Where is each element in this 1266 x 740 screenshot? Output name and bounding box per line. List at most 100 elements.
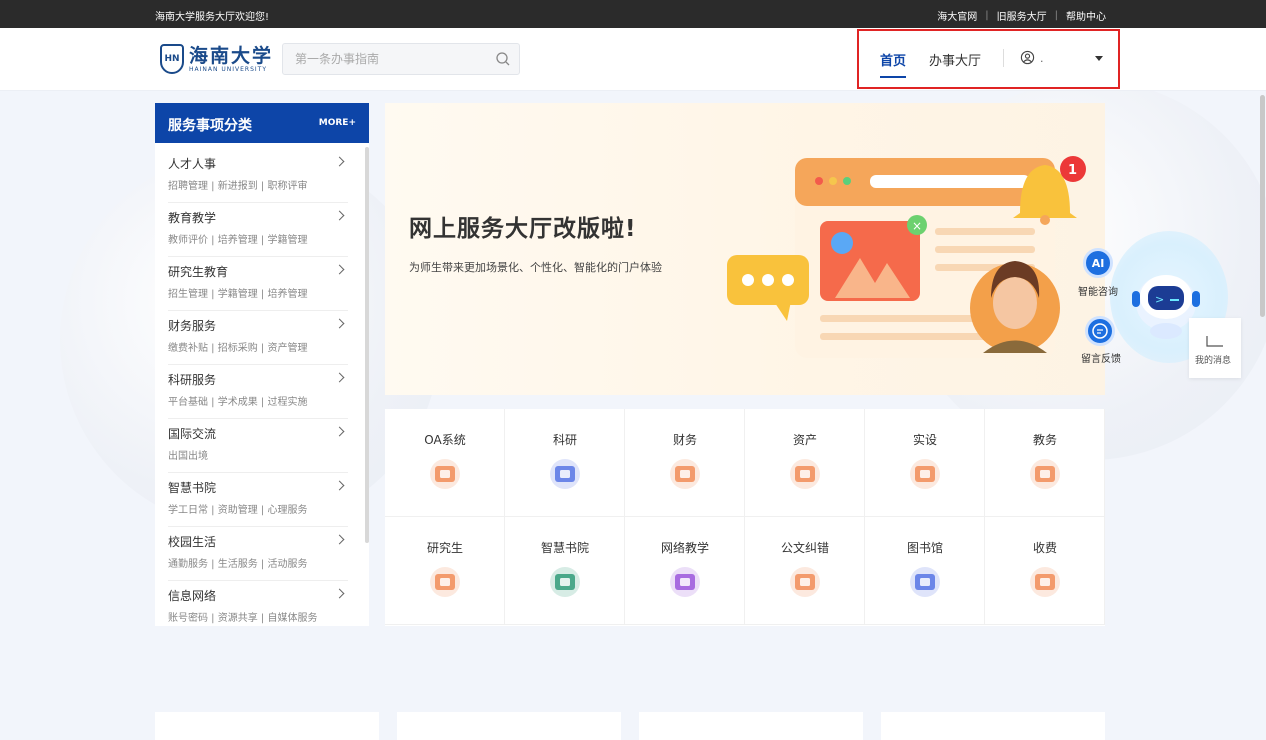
library-icon (910, 567, 940, 597)
smart-college-icon (550, 567, 580, 597)
service-tile-graduate[interactable]: 研究生 (385, 517, 505, 625)
bottom-card (639, 712, 863, 740)
banner-illustration: × 1 (727, 156, 1086, 358)
graduate-icon (430, 567, 460, 597)
category-graduate[interactable]: 研究生教育 招生管理 | 学籍管理 | 培养管理 (155, 257, 365, 311)
more-link[interactable]: MORE+ (319, 118, 356, 128)
my-messages-label: 我的消息 (1195, 356, 1232, 366)
message-icon (1206, 336, 1223, 347)
link-official-site[interactable]: 海大官网 (937, 8, 977, 23)
category-name: 校园生活 (168, 535, 217, 549)
category-name: 信息网络 (168, 589, 217, 603)
my-messages-button[interactable]: 我的消息 (1189, 318, 1241, 378)
svg-text:×: × (912, 219, 922, 233)
service-tile-assets[interactable]: 资产 (745, 409, 865, 517)
link-old-hall[interactable]: 旧服务大厅 (997, 8, 1047, 23)
chevron-right-icon (334, 426, 345, 437)
sidebar-title: 服务事项分类 (168, 118, 252, 134)
nav-service-hall[interactable]: 办事大厅 (929, 50, 981, 69)
service-tile-label: 实设 (912, 433, 937, 447)
service-tile-smart-college[interactable]: 智慧书院 (505, 517, 625, 625)
service-tile-library[interactable]: 图书馆 (865, 517, 985, 625)
notification-badge: 1 (1068, 163, 1077, 178)
logo-seal-icon: HN (160, 44, 184, 74)
service-tile-label: 收费 (1032, 541, 1057, 555)
banner-headline: 网上服务大厅改版啦! (409, 216, 637, 242)
service-tile-research[interactable]: 科研 (505, 409, 625, 517)
chevron-right-icon (334, 480, 345, 491)
top-links: 海大官网 | 旧服务大厅 | 帮助中心 (937, 8, 1106, 23)
chevron-right-icon (334, 318, 345, 329)
service-tile-finance[interactable]: 财务 (625, 409, 745, 517)
user-name[interactable]: . (1040, 52, 1044, 65)
category-international[interactable]: 国际交流 出国出境 (155, 419, 365, 473)
search-box (282, 43, 520, 75)
logo-en: HAINAN UNIVERSITY (189, 65, 267, 73)
category-name: 人才人事 (168, 157, 217, 171)
fees-icon (1030, 567, 1060, 597)
sidebar-scrollbar[interactable] (365, 147, 369, 543)
category-network[interactable]: 信息网络 账号密码 | 资源共享 | 自媒体服务 (155, 581, 365, 635)
category-name: 国际交流 (168, 427, 217, 441)
welcome-text: 海南大学服务大厅欢迎您! (155, 12, 270, 23)
category-subs: 招聘管理 | 新进报到 | 职称评审 (168, 181, 308, 192)
category-education[interactable]: 教育教学 教师评价 | 培养管理 | 学籍管理 (155, 203, 365, 257)
service-tile-document-correction[interactable]: 公文纠错 (745, 517, 865, 625)
nav-divider (1003, 49, 1004, 67)
announcement-banner[interactable]: 网上服务大厅改版啦! 为师生带来更加场景化、个性化、智能化的门户体验 × 1 (385, 103, 1105, 395)
chevron-right-icon (334, 156, 345, 167)
service-category-sidebar: 服务事项分类 MORE+ 人才人事 招聘管理 | 新进报到 | 职称评审 教育教… (155, 103, 369, 626)
nav-home[interactable]: 首页 (880, 50, 906, 69)
service-tile-label: 科研 (552, 433, 577, 447)
category-name: 教育教学 (168, 211, 217, 225)
link-separator: | (985, 10, 989, 21)
search-icon[interactable] (495, 51, 511, 67)
service-tile-label: 教务 (1032, 433, 1057, 447)
category-subs: 出国出境 (168, 451, 208, 462)
category-name: 科研服务 (168, 373, 217, 387)
oa-system-icon (430, 459, 460, 489)
chevron-right-icon (334, 210, 345, 221)
link-help-center[interactable]: 帮助中心 (1066, 8, 1106, 23)
user-icon[interactable] (1020, 50, 1035, 65)
ai-consult-button[interactable]: AI (1083, 248, 1113, 278)
service-tile-label: 研究生 (426, 541, 463, 555)
feedback-button[interactable] (1085, 316, 1115, 346)
online-teaching-icon (670, 567, 700, 597)
service-tile-online-teaching[interactable]: 网络教学 (625, 517, 745, 625)
logo-names: 海南大学 HAINAN UNIVERSITY (189, 46, 273, 73)
sidebar-header: 服务事项分类 MORE+ (155, 103, 369, 143)
bottom-card (155, 712, 379, 740)
category-subs: 教师评价 | 培养管理 | 学籍管理 (168, 235, 308, 246)
nav-active-underline (880, 76, 906, 78)
ai-consult-label: 智能咨询 (1078, 287, 1118, 298)
category-subs: 学工日常 | 资助管理 | 心理服务 (168, 505, 308, 516)
chevron-down-icon[interactable] (1095, 56, 1103, 61)
chevron-right-icon (334, 264, 345, 275)
category-name: 财务服务 (168, 319, 217, 333)
category-smart-college[interactable]: 智慧书院 学工日常 | 资助管理 | 心理服务 (155, 473, 365, 527)
category-subs: 缴费补贴 | 招标采购 | 资产管理 (168, 343, 308, 354)
university-logo[interactable]: HN 海南大学 HAINAN UNIVERSITY (160, 44, 273, 74)
category-research[interactable]: 科研服务 平台基础 | 学术成果 | 过程实施 (155, 365, 365, 419)
document-correction-icon (790, 567, 820, 597)
lab-equipment-icon (910, 459, 940, 489)
service-tile-academic-affairs[interactable]: 教务 (985, 409, 1105, 517)
category-finance[interactable]: 财务服务 缴费补贴 | 招标采购 | 资产管理 (155, 311, 365, 365)
chevron-right-icon (334, 588, 345, 599)
top-bar: 海南大学服务大厅欢迎您! 海大官网 | 旧服务大厅 | 帮助中心 (0, 0, 1266, 28)
search-input[interactable] (283, 44, 483, 74)
service-tile-label: 智慧书院 (540, 541, 589, 555)
service-tile-fees[interactable]: 收费 (985, 517, 1105, 625)
bottom-card (397, 712, 621, 740)
category-talent-hr[interactable]: 人才人事 招聘管理 | 新进报到 | 职称评审 (155, 149, 365, 203)
category-campus-life[interactable]: 校园生活 通勤服务 | 生活服务 | 活动服务 (155, 527, 365, 581)
service-tile-oa-system[interactable]: OA系统 (385, 409, 505, 517)
service-tile-label: 网络教学 (660, 541, 709, 555)
category-name: 智慧书院 (168, 481, 217, 495)
chevron-right-icon (334, 534, 345, 545)
service-tile-label: 资产 (792, 433, 817, 447)
assets-icon (790, 459, 820, 489)
service-tile-lab-equipment[interactable]: 实设 (865, 409, 985, 517)
page-scrollbar[interactable] (1260, 95, 1265, 317)
